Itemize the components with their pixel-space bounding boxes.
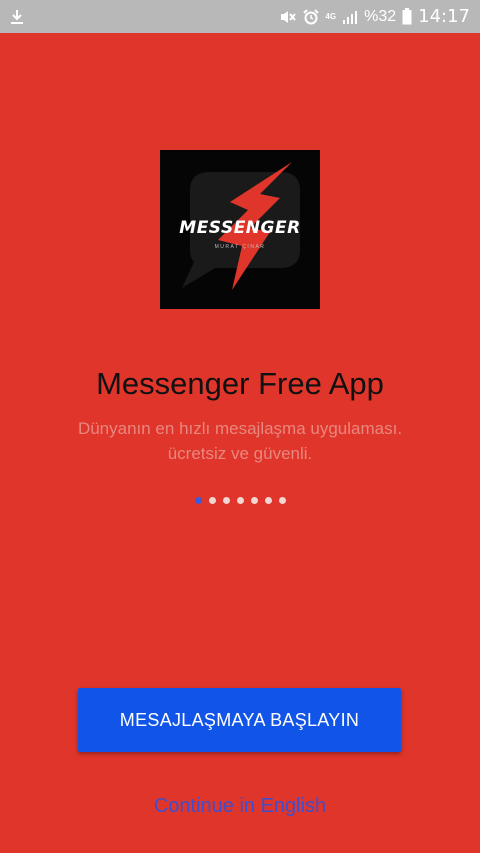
network-type: 4G [325,11,337,21]
start-messaging-button[interactable]: MESAJLAŞMAYA BAŞLAYIN [78,688,401,752]
app-logo: MESSENGER MURAT ÇINAR [160,150,320,309]
clock: 14:17 [418,6,470,27]
tagline-line-2: ücretsiz ve güvenli. [167,444,313,463]
logo-wordmark: MESSENGER [179,218,301,238]
tagline-line-1: Dünyanın en hızlı mesajlaşma uygulaması. [77,419,403,438]
download-icon [10,9,24,25]
page-dot [250,497,258,504]
page-dot [264,497,272,504]
page-dot [208,497,216,504]
mute-icon [279,9,297,25]
signal-icon [342,10,358,24]
page-dot [222,497,230,504]
continue-in-english-link[interactable]: Continue in English [0,795,480,818]
page-dot [278,497,286,504]
app-title: Messenger Free App [96,366,384,401]
page-dot [236,497,244,504]
status-bar: 4G %32 14:17 [0,0,480,33]
logo-author: MURAT ÇINAR [214,244,266,250]
battery-percent: %32 [364,7,397,25]
app-tagline: Dünyanın en hızlı mesajlaşma uygulaması.… [40,416,440,466]
alarm-icon [303,8,320,25]
battery-icon [402,8,412,25]
page-dot [194,497,202,504]
page-indicator [0,497,480,504]
